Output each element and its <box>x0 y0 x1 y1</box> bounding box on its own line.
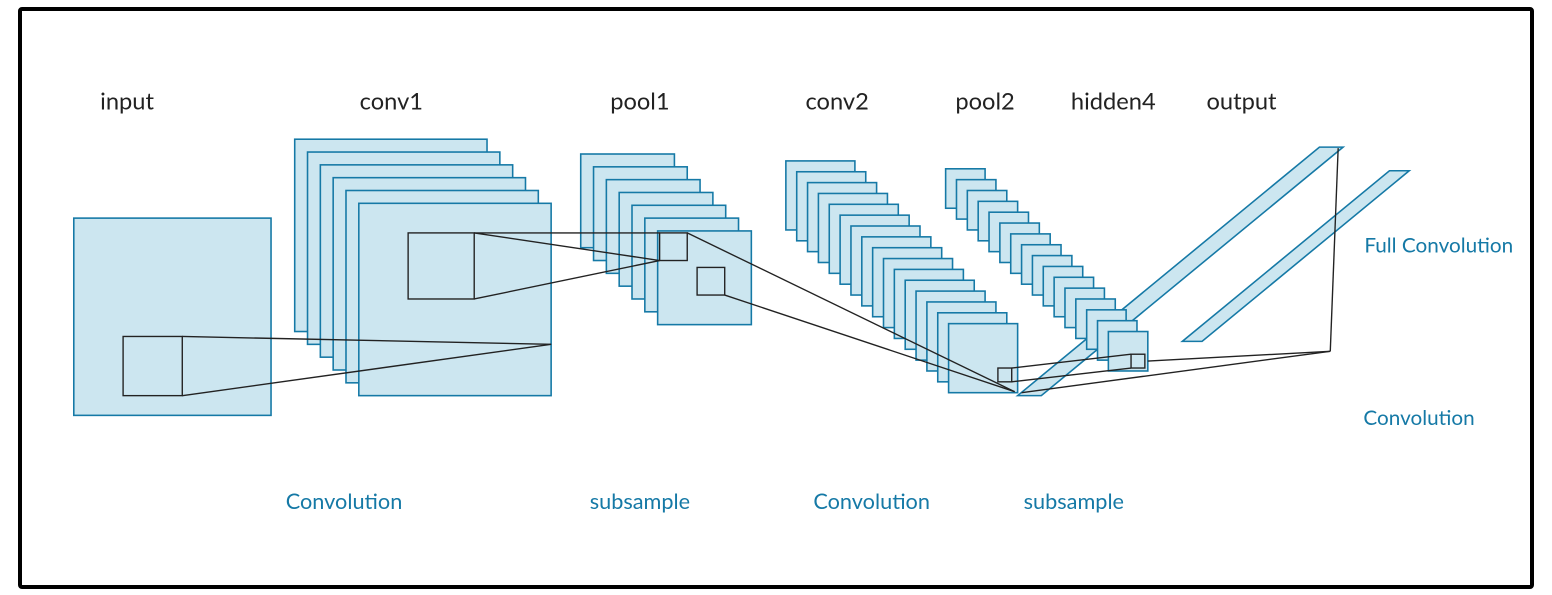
layer-label-conv1: conv1 <box>360 87 423 115</box>
layer-label-conv2: conv2 <box>805 87 868 115</box>
layer-label-output: output <box>1207 87 1278 115</box>
layer-label-pool2: pool2 <box>955 87 1014 115</box>
op-label-conv-a: Convolution <box>286 488 403 514</box>
layer-conv1 <box>295 139 551 395</box>
layer-label-pool1: pool1 <box>610 87 669 115</box>
op-label-subsample-a: subsample <box>590 488 690 514</box>
layer-pool1 <box>581 154 752 325</box>
op-label-conv-c: Convolution <box>1363 406 1474 430</box>
op-label-conv-b: Convolution <box>813 488 930 514</box>
op-label-subsample-b: subsample <box>1024 488 1124 514</box>
cnn-architecture-diagram: input conv1 pool1 conv2 pool2 hidden4 ou… <box>22 11 1530 585</box>
op-label-full-conv-1: Full Convolution <box>1364 233 1513 257</box>
diagram-panel: input conv1 pool1 conv2 pool2 hidden4 ou… <box>18 7 1534 589</box>
layer-input <box>74 218 271 415</box>
layer-label-input: input <box>100 87 154 115</box>
layer-label-hidden4: hidden4 <box>1071 87 1156 115</box>
